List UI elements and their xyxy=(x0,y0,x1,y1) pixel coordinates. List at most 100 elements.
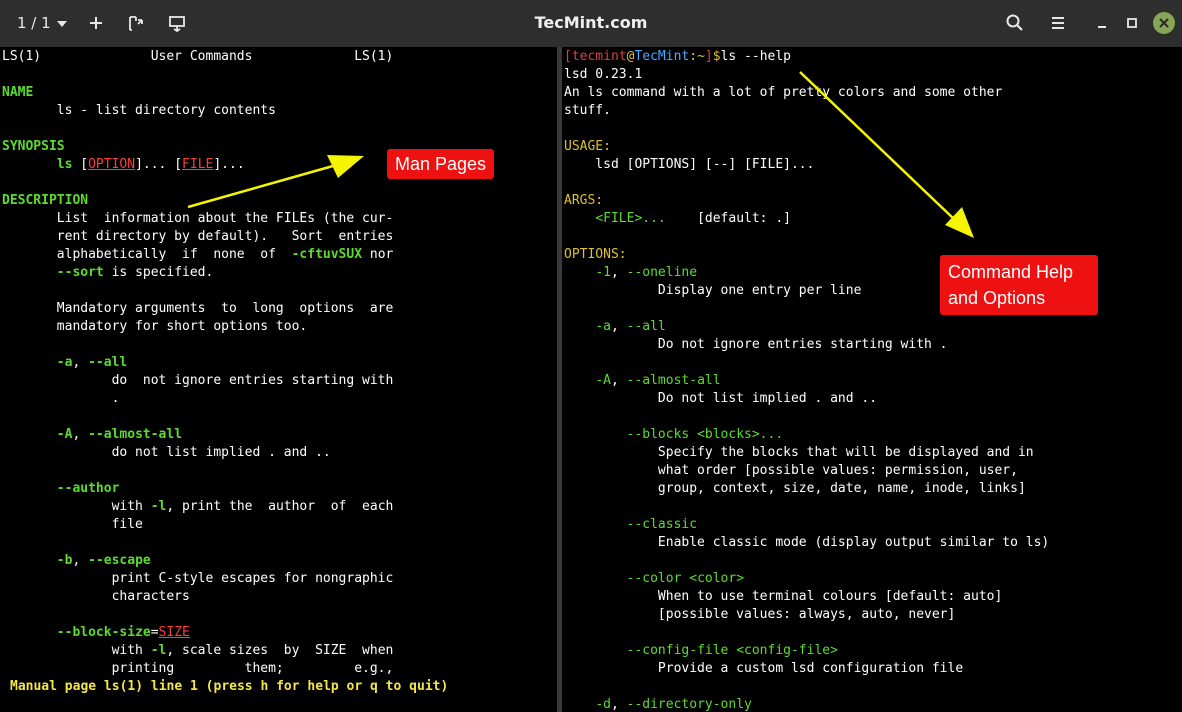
terminal-text: ]... xyxy=(213,157,245,172)
terminal-line: Provide a custom lsd configuration file xyxy=(564,660,963,678)
terminal-text: ]... [ xyxy=(135,157,183,172)
terminal-text: , xyxy=(72,553,89,568)
hamburger-icon[interactable] xyxy=(1047,12,1069,34)
terminal-text: , print the author of each xyxy=(166,499,394,514)
close-icon[interactable] xyxy=(1152,11,1176,35)
terminal-text: ls --help xyxy=(720,49,792,64)
terminal-text: , xyxy=(610,697,627,712)
terminal-line: Mandatory arguments to long options are xyxy=(2,300,394,318)
terminal-text: do not list implied . and .. xyxy=(2,445,331,460)
terminal-text: -cftuvSUX xyxy=(291,247,363,262)
terminal-text: SIZE xyxy=(158,625,190,640)
terminal-text: with xyxy=(2,499,151,514)
terminal-text: print C-style escapes for nongraphic xyxy=(2,571,394,586)
terminal-text: lsd [OPTIONS] [--] [FILE]... xyxy=(564,157,815,172)
terminal-line: OPTIONS: xyxy=(564,246,627,264)
terminal-text: --color <color> xyxy=(626,571,745,586)
terminal-line: group, context, size, date, name, inode,… xyxy=(564,480,1026,498)
terminal-text: . xyxy=(2,391,120,406)
terminal-text: :~ xyxy=(689,49,705,64)
terminal-text: Specify the blocks that will be displaye… xyxy=(564,445,1034,460)
terminal-line: file xyxy=(2,516,143,534)
terminal-text: ls - list directory contents xyxy=(2,103,276,118)
terminal-text: TecMint xyxy=(634,49,690,64)
terminal-text: An ls command with a lot of pretty color… xyxy=(564,85,1003,100)
terminal-line: with -l, scale sizes by SIZE when xyxy=(2,642,394,660)
terminal-line: lsd 0.23.1 xyxy=(564,66,642,84)
terminal-text: file xyxy=(2,517,143,532)
terminal-text: Do not ignore entries starting with . xyxy=(564,337,948,352)
terminal-text: [ xyxy=(72,157,89,172)
terminal-text: --config-file <config-file> xyxy=(626,643,838,658)
terminal-text: , xyxy=(72,355,89,370)
maximize-icon[interactable] xyxy=(1121,12,1143,34)
terminal-text: --oneline xyxy=(626,265,698,280)
terminal-text: FILE xyxy=(182,157,214,172)
terminal-line: -1, --oneline xyxy=(564,264,697,282)
terminal-line: -b, --escape xyxy=(2,552,151,570)
terminal-text: OPTIONS: xyxy=(564,247,627,262)
terminal-pane-man[interactable]: LS(1) User Commands LS(1) NAME ls - list … xyxy=(0,47,557,712)
terminal-line: . xyxy=(2,390,120,408)
terminal-pane-help[interactable]: [tecmint@TecMint:~]$ls --help lsd 0.23.1 A… xyxy=(562,47,1182,712)
terminal-text: -b xyxy=(56,553,73,568)
callout-command-help: Command Help and Options xyxy=(940,255,1098,315)
terminal-line: Display one entry per line xyxy=(564,282,862,300)
callout-help-line2: and Options xyxy=(948,288,1046,308)
terminal-text: --sort xyxy=(56,265,104,280)
terminal-text: -a xyxy=(56,355,73,370)
minimize-icon[interactable] xyxy=(1091,12,1113,34)
terminal-text: -A xyxy=(56,427,73,442)
terminal-text: [default: .] xyxy=(665,211,791,226)
title-bar: 1 / 1 TecMint.com xyxy=(0,0,1182,47)
terminal-text: Display one entry per line xyxy=(564,283,862,298)
terminal-line: --author xyxy=(2,480,120,498)
terminal-line: --classic xyxy=(564,516,697,534)
terminal-line: stuff. xyxy=(564,102,611,120)
terminal-text: -a xyxy=(595,319,611,334)
terminal-text: , xyxy=(72,427,89,442)
terminal-line: --blocks <blocks>... xyxy=(564,426,784,444)
terminal-line: what order [possible values: permission,… xyxy=(564,462,1018,480)
terminal-line: lsd [OPTIONS] [--] [FILE]... xyxy=(564,156,814,174)
terminal-line: ls - list directory contents xyxy=(2,102,276,120)
terminal-text: --blocks <blocks>... xyxy=(626,427,784,442)
terminal-text: group, context, size, date, name, inode,… xyxy=(564,481,1026,496)
terminal-text: is specified. xyxy=(103,265,214,280)
pager-status-line: Manual page ls(1) line 1 (press h for he… xyxy=(10,679,449,694)
terminal-line: -a, --all xyxy=(2,354,127,372)
terminal-text: rent directory by default). Sort entries xyxy=(2,229,394,244)
terminal-text: characters xyxy=(2,589,190,604)
terminal-text: Enable classic mode (display output simi… xyxy=(564,535,1050,550)
terminal-line: -A, --almost-all xyxy=(564,372,720,390)
terminal-text: , xyxy=(610,319,627,334)
terminal-line: print C-style escapes for nongraphic xyxy=(2,570,394,588)
terminal-text: $ xyxy=(712,49,721,64)
terminal-text: OPTION xyxy=(88,157,136,172)
terminal-line: with -l, print the author of each xyxy=(2,498,394,516)
terminal-line: ARGS: xyxy=(564,192,603,210)
terminal-text: --all xyxy=(626,319,666,334)
terminal-line: alphabetically if none of -cftuvSUX nor xyxy=(2,246,394,264)
search-icon[interactable] xyxy=(1004,12,1026,34)
terminal-line: LS(1) User Commands LS(1) xyxy=(2,48,393,66)
terminal-line: Do not list implied . and .. xyxy=(564,390,877,408)
terminal-line: NAME xyxy=(2,84,33,102)
terminal-line: USAGE: xyxy=(564,138,611,156)
terminal-text: = xyxy=(150,625,159,640)
terminal-text: [ xyxy=(564,49,572,64)
terminal-text: [possible values: always, auto, never] xyxy=(564,607,956,622)
terminal-line: [tecmint@TecMint:~]$ls --help xyxy=(564,48,791,66)
